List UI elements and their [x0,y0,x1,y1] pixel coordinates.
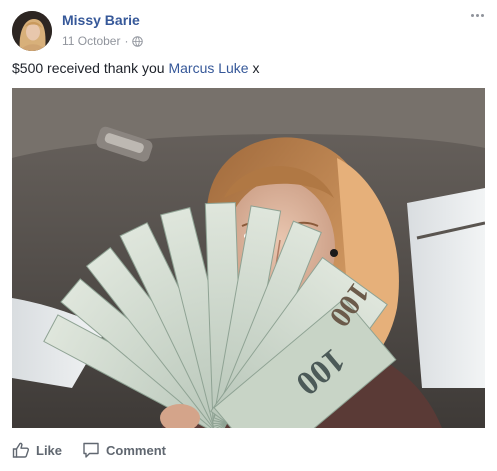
thumbs-up-icon [12,441,30,459]
meta-separator: · [124,34,129,48]
post-text-after: x [248,60,260,76]
mention-link[interactable]: Marcus Luke [168,60,248,76]
author-avatar[interactable] [12,11,52,51]
globe-icon[interactable] [132,35,144,47]
comment-label: Comment [106,442,166,458]
like-label: Like [36,442,63,458]
post-actions: Like Comment [12,432,485,468]
post-text: $500 received thank you Marcus Luke x [12,60,260,76]
post-meta: 11 October · [62,34,144,48]
like-button[interactable]: Like [12,441,62,459]
post-date[interactable]: 11 October [62,34,120,48]
post-text-before: $500 received thank you [12,60,169,76]
post-photo[interactable]: 100 100 [12,88,485,428]
speech-bubble-icon [82,441,100,459]
post-options-button[interactable] [467,6,487,24]
comment-button[interactable]: Comment [82,441,166,459]
author-name[interactable]: Missy Barie [62,12,140,28]
ellipsis-icon [470,13,474,17]
facebook-post: Missy Barie 11 October · $500 received t… [0,0,497,471]
